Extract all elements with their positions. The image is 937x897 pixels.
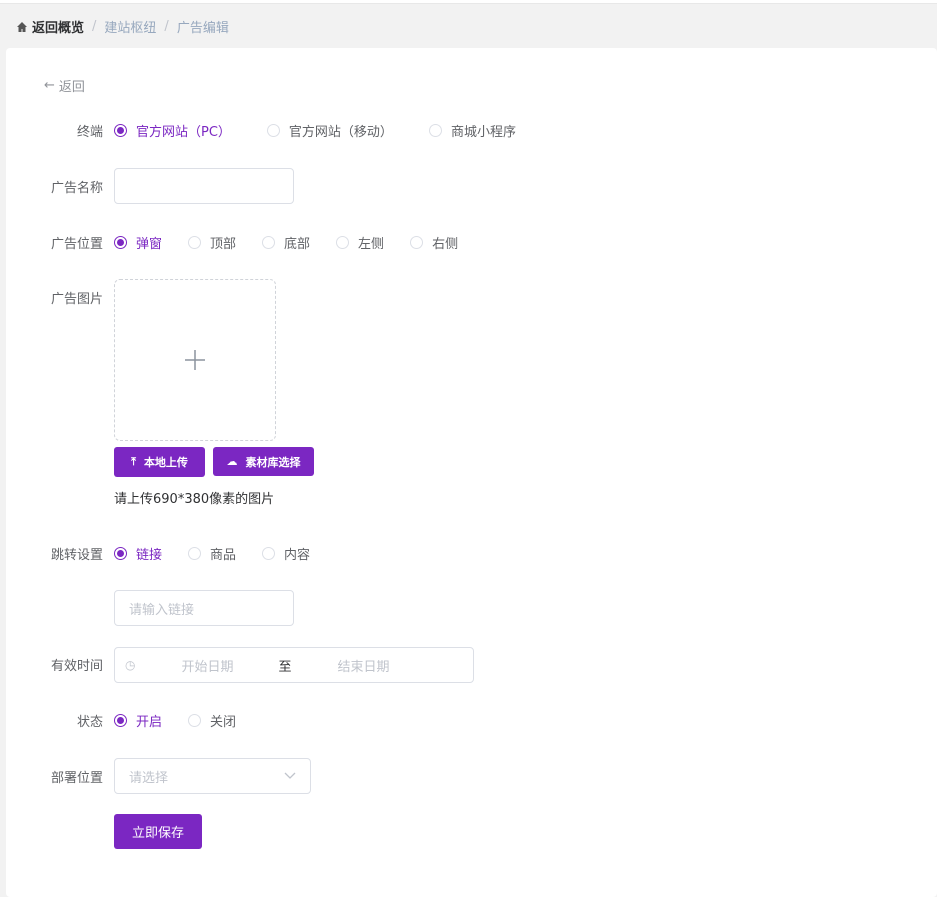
- breadcrumb-item: 广告编辑: [176, 21, 229, 36]
- upload-icon: ⤒: [131, 455, 136, 468]
- radio-jump-link[interactable]: 链接: [114, 544, 162, 563]
- chevron-down-icon: [284, 772, 296, 779]
- radio-position-left[interactable]: 左侧: [336, 233, 384, 252]
- radio-jump-content[interactable]: 内容: [262, 544, 310, 563]
- radio-position-top[interactable]: 顶部: [188, 233, 236, 252]
- local-upload-button[interactable]: ⤒ 本地上传: [114, 447, 205, 477]
- radio-status-off[interactable]: 关闭: [188, 711, 236, 730]
- ad-name-label: 广告名称: [50, 181, 103, 196]
- jump-radio-group: 链接 商品 内容: [114, 544, 336, 563]
- breadcrumb-item[interactable]: 建站枢纽: [104, 17, 156, 36]
- deploy-select[interactable]: 请选择: [114, 758, 311, 794]
- ad-name-input[interactable]: [114, 168, 294, 204]
- back-link[interactable]: ← 返回: [44, 76, 85, 95]
- library-select-button[interactable]: ☁ 素材库选择: [213, 447, 314, 476]
- image-hint: 请上传690*380像素的图片: [114, 492, 275, 507]
- range-separator: 至: [278, 659, 292, 675]
- date-range-picker[interactable]: ◷ 开始日期 至 结束日期: [114, 647, 474, 683]
- ad-position-label: 广告位置: [50, 237, 103, 252]
- clock-icon: ◷: [125, 658, 136, 672]
- image-upload-area[interactable]: [114, 279, 276, 441]
- radio-status-on[interactable]: 开启: [114, 711, 162, 730]
- breadcrumb: 返回概览 / 建站枢纽 / 广告编辑: [16, 17, 229, 36]
- deploy-label: 部署位置: [50, 771, 103, 786]
- breadcrumb-home[interactable]: 返回概览: [16, 17, 84, 36]
- ad-position-radio-group: 弹窗 顶部 底部 左侧 右侧: [114, 233, 484, 252]
- radio-position-right[interactable]: 右侧: [410, 233, 458, 252]
- status-radio-group: 开启 关闭: [114, 711, 262, 730]
- terminal-radio-group: 官方网站（PC） 官方网站（移动） 商城小程序: [114, 121, 542, 140]
- end-date-input[interactable]: 结束日期: [338, 656, 390, 675]
- status-label: 状态: [76, 715, 103, 730]
- radio-terminal-pc[interactable]: 官方网站（PC）: [114, 121, 231, 140]
- ad-image-label: 广告图片: [50, 292, 103, 307]
- deploy-select-placeholder: 请选择: [129, 770, 169, 786]
- jump-label: 跳转设置: [50, 548, 103, 563]
- home-icon: [17, 21, 27, 32]
- plus-icon: [185, 350, 205, 370]
- radio-position-bottom[interactable]: 底部: [262, 233, 310, 252]
- radio-terminal-miniprogram[interactable]: 商城小程序: [428, 121, 516, 140]
- edit-card: ← 返回 终端 官方网站（PC） 官方网站（移动） 商城小程序 广告名称 广告位置…: [6, 48, 937, 897]
- radio-terminal-mobile[interactable]: 官方网站（移动）: [266, 121, 393, 140]
- breadcrumb-separator: /: [164, 19, 169, 34]
- top-bar: [0, 0, 937, 4]
- breadcrumb-separator: /: [92, 19, 97, 34]
- cloud-icon: ☁: [226, 455, 238, 468]
- start-date-input[interactable]: 开始日期: [181, 656, 233, 675]
- terminal-label: 终端: [76, 125, 103, 140]
- breadcrumb-home-label: 返回概览: [32, 21, 85, 36]
- back-label: 返回: [58, 80, 85, 95]
- radio-jump-product[interactable]: 商品: [188, 544, 236, 563]
- save-button[interactable]: 立即保存: [114, 814, 202, 849]
- arrow-left-icon: ←: [44, 78, 55, 93]
- valid-time-label: 有效时间: [50, 659, 103, 674]
- link-input[interactable]: 请输入链接: [114, 590, 294, 626]
- radio-position-popup[interactable]: 弹窗: [114, 233, 162, 252]
